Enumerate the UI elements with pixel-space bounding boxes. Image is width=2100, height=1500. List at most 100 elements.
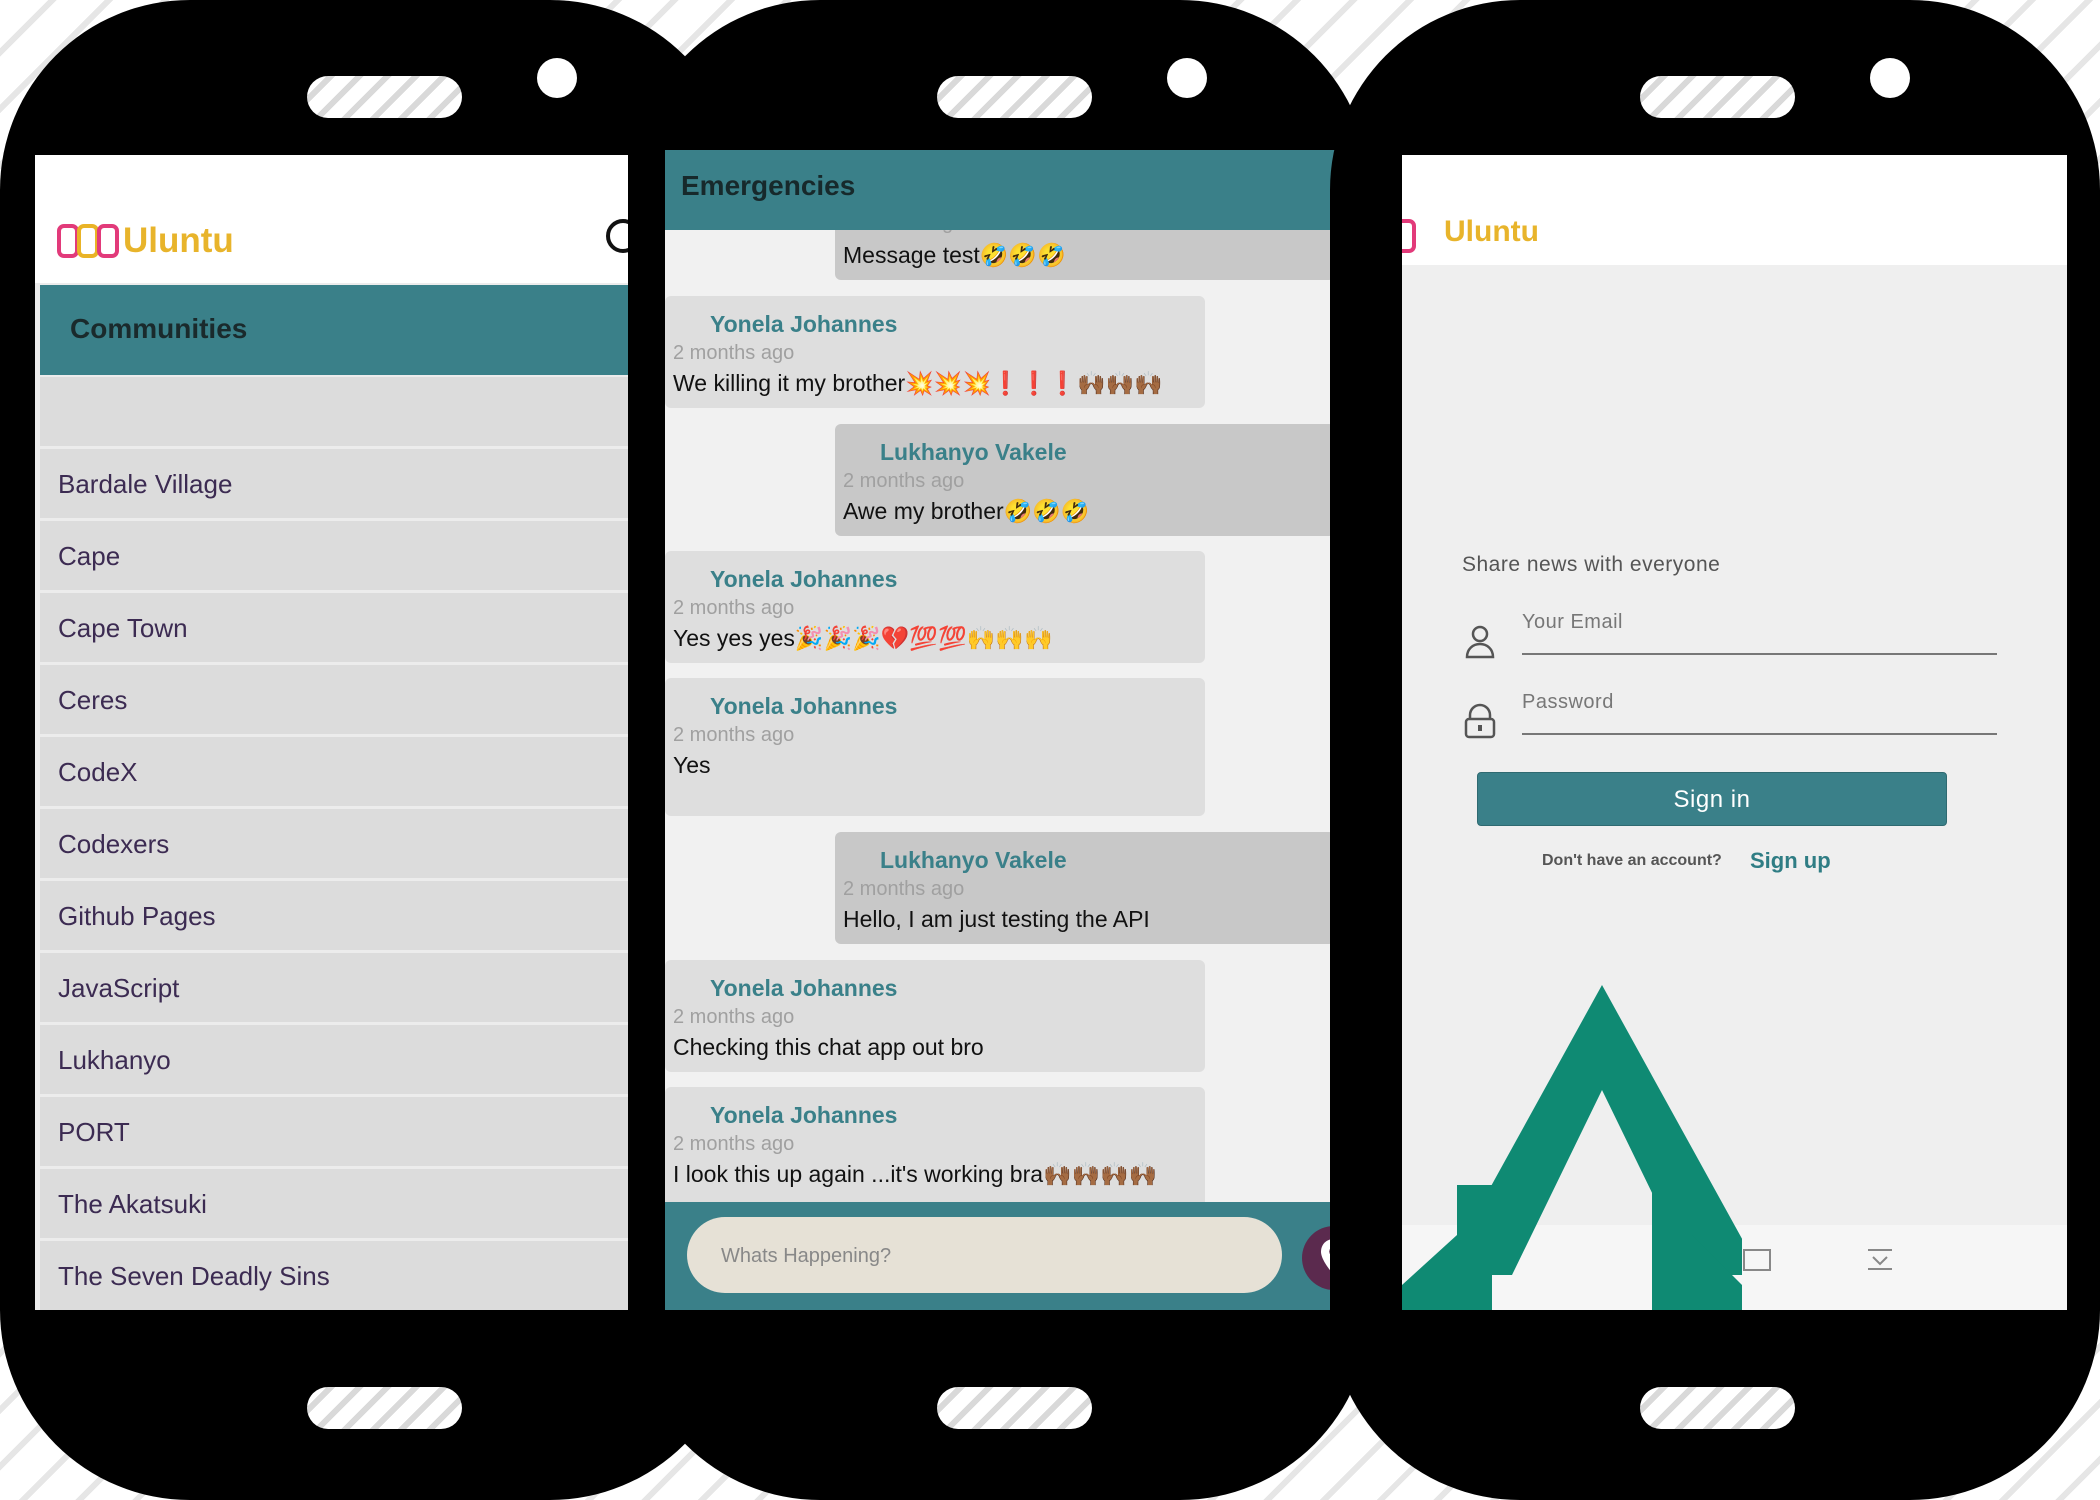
sign-in-button[interactable]: Sign in — [1477, 772, 1947, 826]
message-text: I look this up again ...it's working bra… — [673, 1161, 1158, 1187]
message-time: 2 months ago — [673, 724, 795, 746]
message-input[interactable]: Whats Happening? — [687, 1217, 1282, 1293]
no-account-text: Don't have an account? — [1542, 852, 1722, 869]
community-item[interactable]: Codexers — [40, 809, 628, 878]
message-input-placeholder: Whats Happening? — [721, 1245, 892, 1267]
community-item[interactable]: Github Pages — [40, 881, 628, 950]
user-icon — [1465, 625, 1495, 659]
home-button[interactable] — [307, 1387, 462, 1429]
notification-drawer-icon[interactable] — [1865, 1245, 1895, 1273]
community-item[interactable]: CodeX — [40, 737, 628, 806]
communities-header: Communities — [40, 285, 628, 375]
community-item[interactable] — [40, 377, 628, 446]
message-sender: Lukhanyo Vakele — [880, 847, 1067, 873]
tagline: Share news with everyone — [1462, 553, 1721, 576]
password-field[interactable]: Password — [1462, 683, 1997, 743]
community-label: The Akatsuki — [58, 1189, 207, 1219]
community-item[interactable]: The Seven Deadly Sins — [40, 1241, 628, 1310]
home-button[interactable] — [1640, 1387, 1795, 1429]
password-underline — [1522, 733, 1997, 735]
community-label: Ceres — [58, 685, 128, 715]
message-sender: Yonela Johannes — [710, 1102, 898, 1128]
community-item[interactable]: Cape Town — [40, 593, 628, 662]
message-sender: Yonela Johannes — [710, 566, 898, 592]
message-text: We killing it my brother💥💥💥❗❗❗🙌🏾🙌🏾🙌🏾 — [673, 370, 1163, 396]
community-item[interactable]: Lukhanyo — [40, 1025, 628, 1094]
community-label: Codexers — [58, 829, 170, 859]
section-title: Communities — [70, 313, 248, 344]
community-list: Bardale Village Cape Cape Town Ceres Cod… — [40, 377, 628, 1310]
chat-title: Emergencies — [681, 170, 856, 201]
message-time: 2 months ago — [843, 470, 965, 492]
lock-icon — [1464, 703, 1496, 739]
community-item[interactable]: Cape — [40, 521, 628, 590]
app-name: Uluntu — [1444, 215, 1539, 248]
message-time: 2 months ago — [673, 1133, 795, 1155]
community-label: PORT — [58, 1117, 130, 1147]
chat-message[interactable]: Yonela Johannes 2 months ago Checking th… — [665, 960, 1205, 1072]
phone-speaker — [307, 76, 462, 118]
community-label: Cape Town — [58, 613, 188, 643]
phone-camera — [1167, 58, 1207, 98]
community-label: CodeX — [58, 757, 138, 787]
community-label: JavaScript — [58, 973, 180, 1003]
password-placeholder: Password — [1522, 691, 1614, 713]
community-label: Cape — [58, 541, 121, 571]
email-placeholder: Your Email — [1522, 611, 1623, 633]
email-field[interactable]: Your Email — [1462, 603, 1997, 663]
message-text: Checking this chat app out bro — [673, 1034, 984, 1060]
triangle-logo-icon — [1402, 985, 1742, 1310]
sign-up-link[interactable]: Sign up — [1750, 848, 1831, 874]
community-label: The Seven Deadly Sins — [58, 1261, 330, 1291]
community-label: Lukhanyo — [58, 1045, 171, 1075]
message-text: Message test🤣🤣🤣 — [843, 242, 1066, 268]
app-name: Uluntu — [123, 221, 234, 260]
community-item[interactable]: The Akatsuki — [40, 1169, 628, 1238]
email-underline — [1522, 653, 1997, 655]
chat-message[interactable]: Yonela Johannes 2 months ago Yes — [665, 678, 1205, 816]
message-time: 2 months ago — [673, 342, 795, 364]
chat-message[interactable]: Yonela Johannes 2 months ago I look this… — [665, 1087, 1205, 1217]
message-text: Awe my brother🤣🤣🤣 — [843, 498, 1090, 524]
message-text: Yes yes yes🎉🎉🎉💔💯💯🙌🙌🙌 — [673, 625, 1053, 651]
login-screen: Uluntu Share news with everyone Your Ema… — [1402, 155, 2067, 1310]
message-text: Yes — [673, 752, 711, 778]
home-button[interactable] — [937, 1387, 1092, 1429]
message-time: 2 months ago — [843, 878, 965, 900]
app-bar: Uluntu — [1402, 155, 2067, 265]
community-item[interactable]: Ceres — [40, 665, 628, 734]
phone-camera — [1870, 58, 1910, 98]
phone-frame-chat: 2 months ago Message test🤣🤣🤣 Yonela Joha… — [630, 0, 1370, 1500]
phone-speaker — [1640, 76, 1795, 118]
message-sender: Yonela Johannes — [710, 693, 898, 719]
chat-header: Emergencies — [665, 150, 1335, 230]
chat-message[interactable]: Lukhanyo Vakele 2 months ago Hello, I am… — [835, 832, 1335, 944]
uluntu-logo-icon — [1402, 219, 1416, 253]
profile-icon[interactable] — [606, 219, 628, 253]
message-composer: Whats Happening? — [665, 1202, 1335, 1310]
message-sender: Yonela Johannes — [710, 975, 898, 1001]
community-item[interactable]: JavaScript — [40, 953, 628, 1022]
uluntu-logo-icon — [57, 224, 119, 258]
phone-speaker — [937, 76, 1092, 118]
community-item[interactable]: Bardale Village — [40, 449, 628, 518]
message-text: Hello, I am just testing the API — [843, 906, 1150, 932]
sign-in-label: Sign in — [1673, 786, 1751, 813]
message-sender: Lukhanyo Vakele — [880, 439, 1067, 465]
communities-screen: Uluntu Communities Bardale Village Cape … — [35, 155, 628, 1310]
message-time: 2 months ago — [673, 1006, 795, 1028]
app-bar: Uluntu — [35, 155, 628, 283]
chat-message[interactable]: Yonela Johannes 2 months ago Yes yes yes… — [665, 551, 1205, 663]
community-label: Bardale Village — [58, 469, 233, 499]
recents-icon[interactable] — [1742, 1247, 1772, 1273]
community-label: Github Pages — [58, 901, 216, 931]
chat-message[interactable]: Lukhanyo Vakele 2 months ago Awe my brot… — [835, 424, 1335, 536]
community-item[interactable]: PORT — [40, 1097, 628, 1166]
message-sender: Yonela Johannes — [710, 311, 898, 337]
phone-camera — [537, 58, 577, 98]
message-time: 2 months ago — [673, 597, 795, 619]
phone-frame-communities: Uluntu Communities Bardale Village Cape … — [0, 0, 740, 1500]
chat-message[interactable]: Yonela Johannes 2 months ago We killing … — [665, 296, 1205, 408]
phone-frame-login: Uluntu Share news with everyone Your Ema… — [1330, 0, 2100, 1500]
chat-screen: 2 months ago Message test🤣🤣🤣 Yonela Joha… — [665, 150, 1335, 1310]
